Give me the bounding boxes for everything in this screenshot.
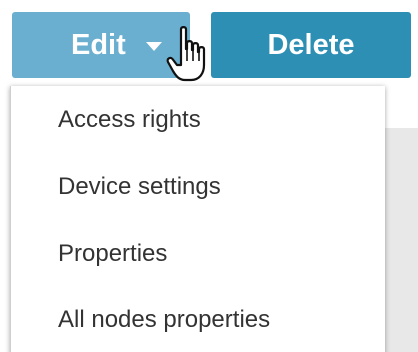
scrollbar-track[interactable] bbox=[384, 128, 418, 352]
edit-dropdown-menu: Access rights Device settings Properties… bbox=[10, 86, 385, 352]
menu-item-access-rights[interactable]: Access rights bbox=[11, 86, 385, 154]
menu-item-device-settings[interactable]: Device settings bbox=[11, 153, 385, 221]
menu-item-label: Properties bbox=[58, 240, 168, 267]
edit-dropdown-button[interactable]: Edit bbox=[12, 12, 190, 78]
menu-item-label: All nodes properties bbox=[58, 306, 271, 333]
edit-button-label: Edit bbox=[71, 28, 126, 61]
menu-item-properties[interactable]: Properties bbox=[11, 220, 385, 288]
delete-button-label: Delete bbox=[267, 28, 355, 61]
dropdown-stage: Edit Delete Access rights Device setting… bbox=[0, 0, 418, 352]
delete-button[interactable]: Delete bbox=[211, 12, 411, 78]
caret-down-icon bbox=[145, 42, 162, 51]
menu-item-all-nodes-properties[interactable]: All nodes properties bbox=[11, 286, 385, 352]
hand-pointer-icon bbox=[166, 26, 206, 82]
menu-item-label: Access rights bbox=[58, 106, 201, 133]
menu-item-label: Device settings bbox=[58, 173, 221, 200]
